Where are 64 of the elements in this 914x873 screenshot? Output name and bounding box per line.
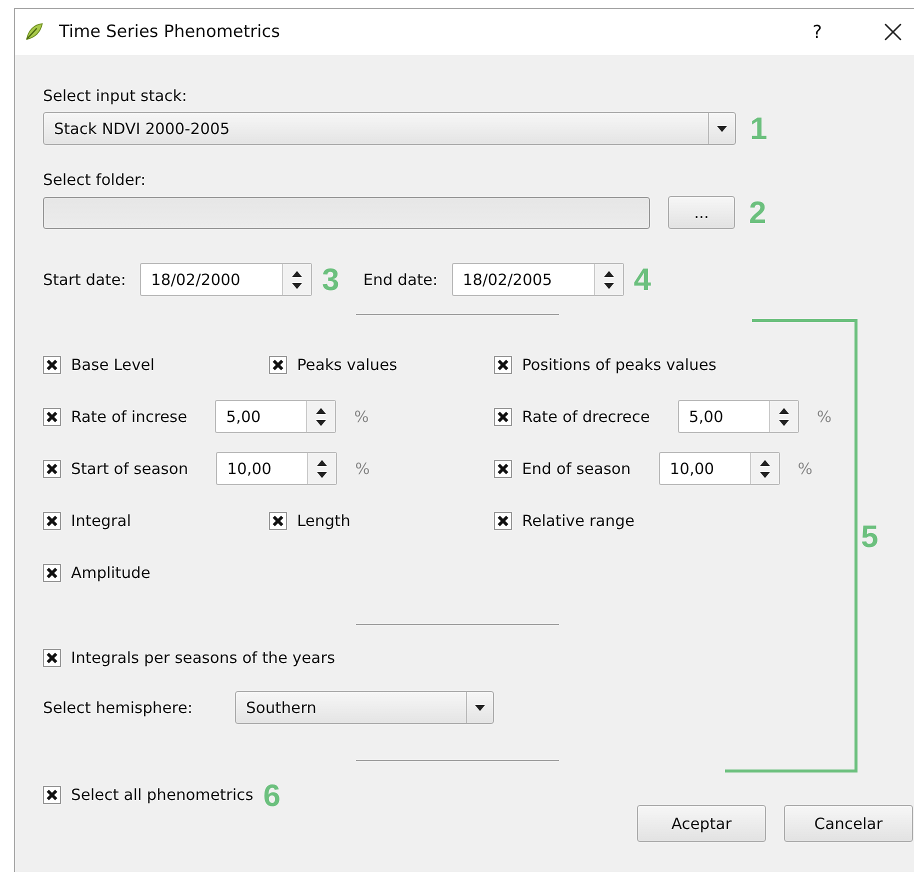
dialog-button[interactable]: Aceptar — [637, 805, 766, 842]
value-spinbox[interactable]: 10,00 — [658, 452, 780, 485]
spin-arrows-icon[interactable] — [760, 458, 770, 480]
checkbox[interactable] — [494, 460, 512, 478]
value-spinbox[interactable]: 5,00 — [678, 400, 799, 433]
annotation-number: 3 — [322, 264, 340, 295]
spin-arrows-icon[interactable] — [778, 406, 789, 428]
option-label: Positions of peaks values — [522, 356, 716, 374]
value-spinbox[interactable]: 10,00 — [216, 452, 338, 485]
option-label: End of season — [522, 460, 631, 478]
checkbox[interactable] — [494, 356, 512, 374]
annotation-number: 2 — [749, 197, 766, 228]
date-spinbox[interactable]: 18/02/2000 — [140, 263, 312, 296]
checkbox[interactable] — [269, 356, 287, 374]
field-label: Select input stack: — [43, 87, 187, 105]
spin-arrows-icon[interactable] — [317, 458, 328, 480]
field-label: Select hemisphere: — [43, 698, 194, 716]
checkbox[interactable] — [43, 649, 61, 667]
window-title: Time Series Phenometrics — [59, 22, 281, 42]
option-label: Rate of drecrece — [522, 408, 650, 426]
leaf-icon — [23, 21, 45, 43]
checkbox[interactable] — [43, 512, 61, 530]
checkbox[interactable] — [43, 786, 61, 804]
option-label: Peaks values — [297, 356, 398, 374]
checkbox[interactable] — [43, 356, 61, 374]
spin-arrows-icon[interactable] — [316, 406, 326, 428]
caret-icon — [717, 126, 727, 132]
checkbox[interactable] — [43, 460, 61, 478]
browse-button[interactable]: ... — [668, 196, 735, 229]
annotation-number: 5 — [861, 521, 878, 552]
value-spinbox[interactable]: 5,00 — [215, 400, 336, 433]
option-label: Start of season — [71, 460, 188, 478]
hemisphere-dropdown[interactable]: Southern — [235, 691, 494, 724]
checkbox[interactable] — [494, 408, 512, 426]
option-label: Select all phenometrics — [71, 786, 254, 804]
checkbox[interactable] — [43, 408, 61, 426]
date-label: Start date: — [43, 270, 126, 288]
option-label: Length — [297, 512, 350, 530]
field-label: Select folder: — [43, 171, 146, 189]
option-label: Base Level — [71, 356, 155, 374]
annotation-number: 4 — [634, 264, 652, 295]
caret-icon — [475, 704, 485, 710]
checkbox[interactable] — [494, 512, 512, 530]
help-button[interactable]: ? — [812, 22, 822, 42]
annotation-number: 6 — [263, 780, 281, 810]
option-label: Amplitude — [71, 564, 150, 582]
unit-label: % — [354, 408, 369, 426]
spin-arrows-icon[interactable] — [292, 268, 302, 290]
unit-label: % — [798, 460, 812, 478]
date-spinbox[interactable]: 18/02/2005 — [452, 263, 624, 296]
close-icon[interactable] — [884, 23, 902, 41]
option-label: Integral — [71, 512, 132, 530]
spin-arrows-icon[interactable] — [604, 268, 614, 290]
unit-label: % — [355, 460, 370, 478]
option-label: Relative range — [522, 512, 635, 530]
date-label: End date: — [363, 270, 438, 288]
dialog-button[interactable]: Cancelar — [784, 805, 913, 842]
unit-label: % — [816, 408, 832, 426]
checkbox[interactable] — [269, 512, 287, 530]
checkbox[interactable] — [43, 564, 61, 582]
option-label: Rate of increse — [71, 408, 188, 426]
annotation-number: 1 — [750, 113, 768, 144]
option-label: Integrals per seasons of the years — [71, 649, 336, 667]
stack-dropdown[interactable]: Stack NDVI 2000-2005 — [43, 112, 736, 145]
